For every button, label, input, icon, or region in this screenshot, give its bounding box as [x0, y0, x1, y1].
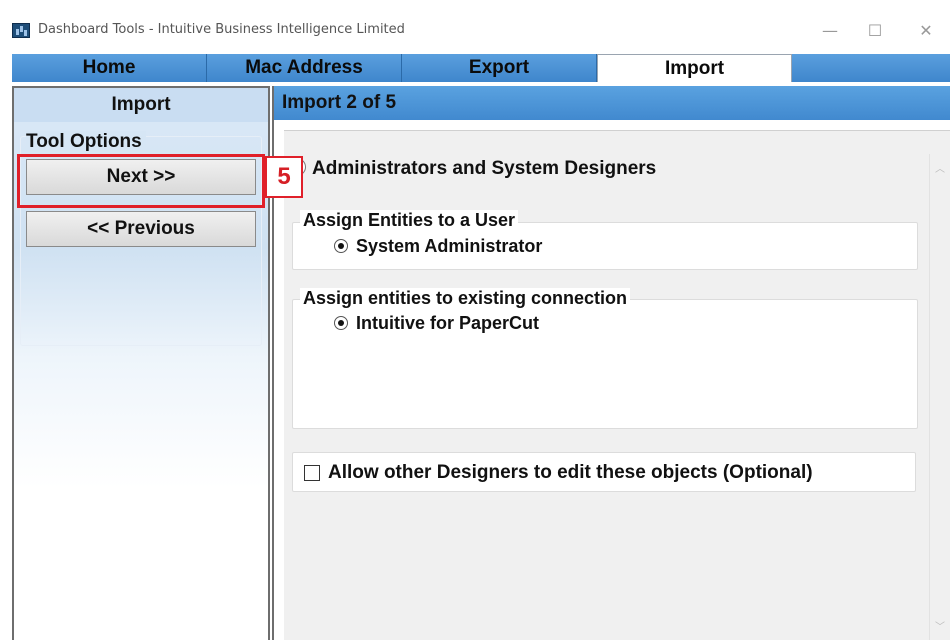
minimize-button[interactable]: —: [810, 14, 850, 46]
title-bar: Dashboard Tools - Intuitive Business Int…: [0, 0, 950, 54]
app-icon: [12, 23, 30, 38]
allow-edit-checkbox[interactable]: [304, 465, 320, 481]
scroll-up-arrow-icon[interactable]: ︿: [930, 160, 950, 175]
tab-mac-address[interactable]: Mac Address: [207, 54, 402, 82]
intuitive-for-papercut-label[interactable]: Intuitive for PaperCut: [356, 313, 539, 334]
system-administrator-radio[interactable]: [334, 239, 348, 253]
previous-button[interactable]: << Previous: [26, 211, 256, 247]
assign-connection-group-title: Assign entities to existing connection: [300, 288, 631, 309]
tab-strip-filler: [792, 54, 950, 82]
step-callout-badge: 5: [265, 156, 303, 198]
tab-home[interactable]: Home: [12, 54, 207, 82]
system-administrator-label[interactable]: System Administrator: [356, 236, 542, 257]
tool-panel-header: Import: [14, 88, 268, 122]
scroll-down-arrow-icon[interactable]: ﹀: [930, 618, 950, 633]
intuitive-for-papercut-radio[interactable]: [334, 316, 348, 330]
tool-options-label: Tool Options: [26, 131, 146, 153]
close-button[interactable]: ✕: [906, 14, 946, 46]
tab-strip: Home Mac Address Export Import: [12, 54, 950, 82]
assign-user-group-title: Assign Entities to a User: [300, 210, 519, 231]
window-title: Dashboard Tools - Intuitive Business Int…: [38, 22, 405, 37]
tab-import[interactable]: Import: [597, 54, 792, 82]
vertical-scrollbar[interactable]: ︿ ﹀: [929, 154, 949, 640]
tab-export[interactable]: Export: [402, 54, 597, 82]
import-step-header: Import 2 of 5: [274, 86, 950, 120]
allow-edit-label[interactable]: Allow other Designers to edit these obje…: [328, 462, 813, 484]
next-button-highlight: [17, 154, 265, 208]
maximize-button[interactable]: ☐: [855, 14, 895, 46]
main-option-label[interactable]: Administrators and System Designers: [312, 158, 656, 180]
